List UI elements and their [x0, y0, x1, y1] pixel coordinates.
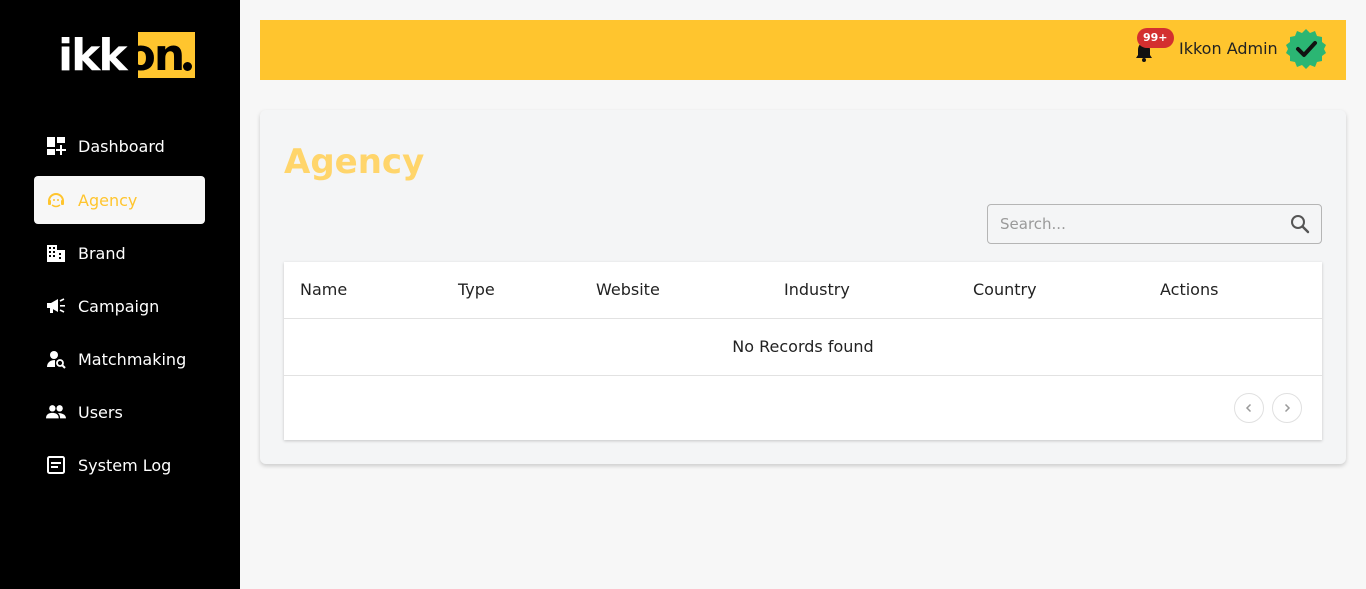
search-input[interactable] [1000, 205, 1280, 243]
chevron-right-icon [1284, 403, 1291, 413]
empty-row: No Records found [284, 319, 1322, 376]
logo-dot [183, 62, 192, 71]
person-search-icon [46, 349, 66, 369]
column-header-name[interactable]: Name [300, 280, 347, 299]
verified-badge-icon[interactable] [1285, 28, 1327, 70]
top-bar: 99+ Ikkon Admin [260, 20, 1346, 80]
sidebar-item-label: Campaign [78, 296, 160, 316]
sidebar-item-label: System Log [78, 455, 172, 475]
prev-page-button[interactable] [1234, 393, 1264, 423]
sidebar-item-brand[interactable]: Brand [34, 229, 205, 277]
table-header: Name Type Website Industry Country Actio… [284, 262, 1322, 319]
sidebar: ikk on Dashboard Agency Brand Campaign Ma… [0, 0, 240, 589]
logo-text-prefix: ikk [58, 30, 128, 81]
chevron-left-icon [1245, 403, 1252, 413]
dashboard-icon [46, 136, 66, 156]
agency-card: Agency Name Type Website Industry Countr… [260, 110, 1346, 464]
page-title: Agency [284, 142, 425, 182]
agency-table: Name Type Website Industry Country Actio… [284, 262, 1322, 440]
megaphone-icon [46, 296, 66, 316]
search-icon[interactable] [1290, 214, 1310, 234]
sidebar-item-label: Brand [78, 243, 126, 263]
sidebar-item-label: Matchmaking [78, 349, 187, 369]
sidebar-item-matchmaking[interactable]: Matchmaking [34, 335, 205, 383]
sidebar-item-system-log[interactable]: System Log [34, 441, 205, 489]
column-header-type[interactable]: Type [458, 280, 495, 299]
search-box [987, 204, 1322, 244]
sidebar-item-users[interactable]: Users [34, 388, 205, 436]
log-icon [46, 455, 66, 475]
notification-badge: 99+ [1137, 28, 1174, 48]
column-header-actions: Actions [1160, 280, 1219, 299]
sidebar-item-label: Users [78, 402, 123, 422]
sidebar-item-label: Dashboard [78, 136, 165, 156]
building-icon [46, 243, 66, 263]
column-header-industry[interactable]: Industry [784, 280, 850, 299]
next-page-button[interactable] [1272, 393, 1302, 423]
column-header-country[interactable]: Country [973, 280, 1037, 299]
sidebar-item-label: Agency [78, 190, 138, 210]
empty-message: No Records found [732, 337, 874, 356]
user-name[interactable]: Ikkon Admin [1179, 39, 1278, 58]
sidebar-item-agency[interactable]: Agency [34, 176, 205, 224]
agency-icon [46, 190, 66, 210]
sidebar-item-dashboard[interactable]: Dashboard [34, 122, 205, 170]
ikkon-logo[interactable]: ikk on [58, 30, 195, 81]
logo-text-suffix: on [125, 30, 186, 81]
users-icon [46, 402, 66, 422]
sidebar-item-campaign[interactable]: Campaign [34, 282, 205, 330]
column-header-website[interactable]: Website [596, 280, 660, 299]
